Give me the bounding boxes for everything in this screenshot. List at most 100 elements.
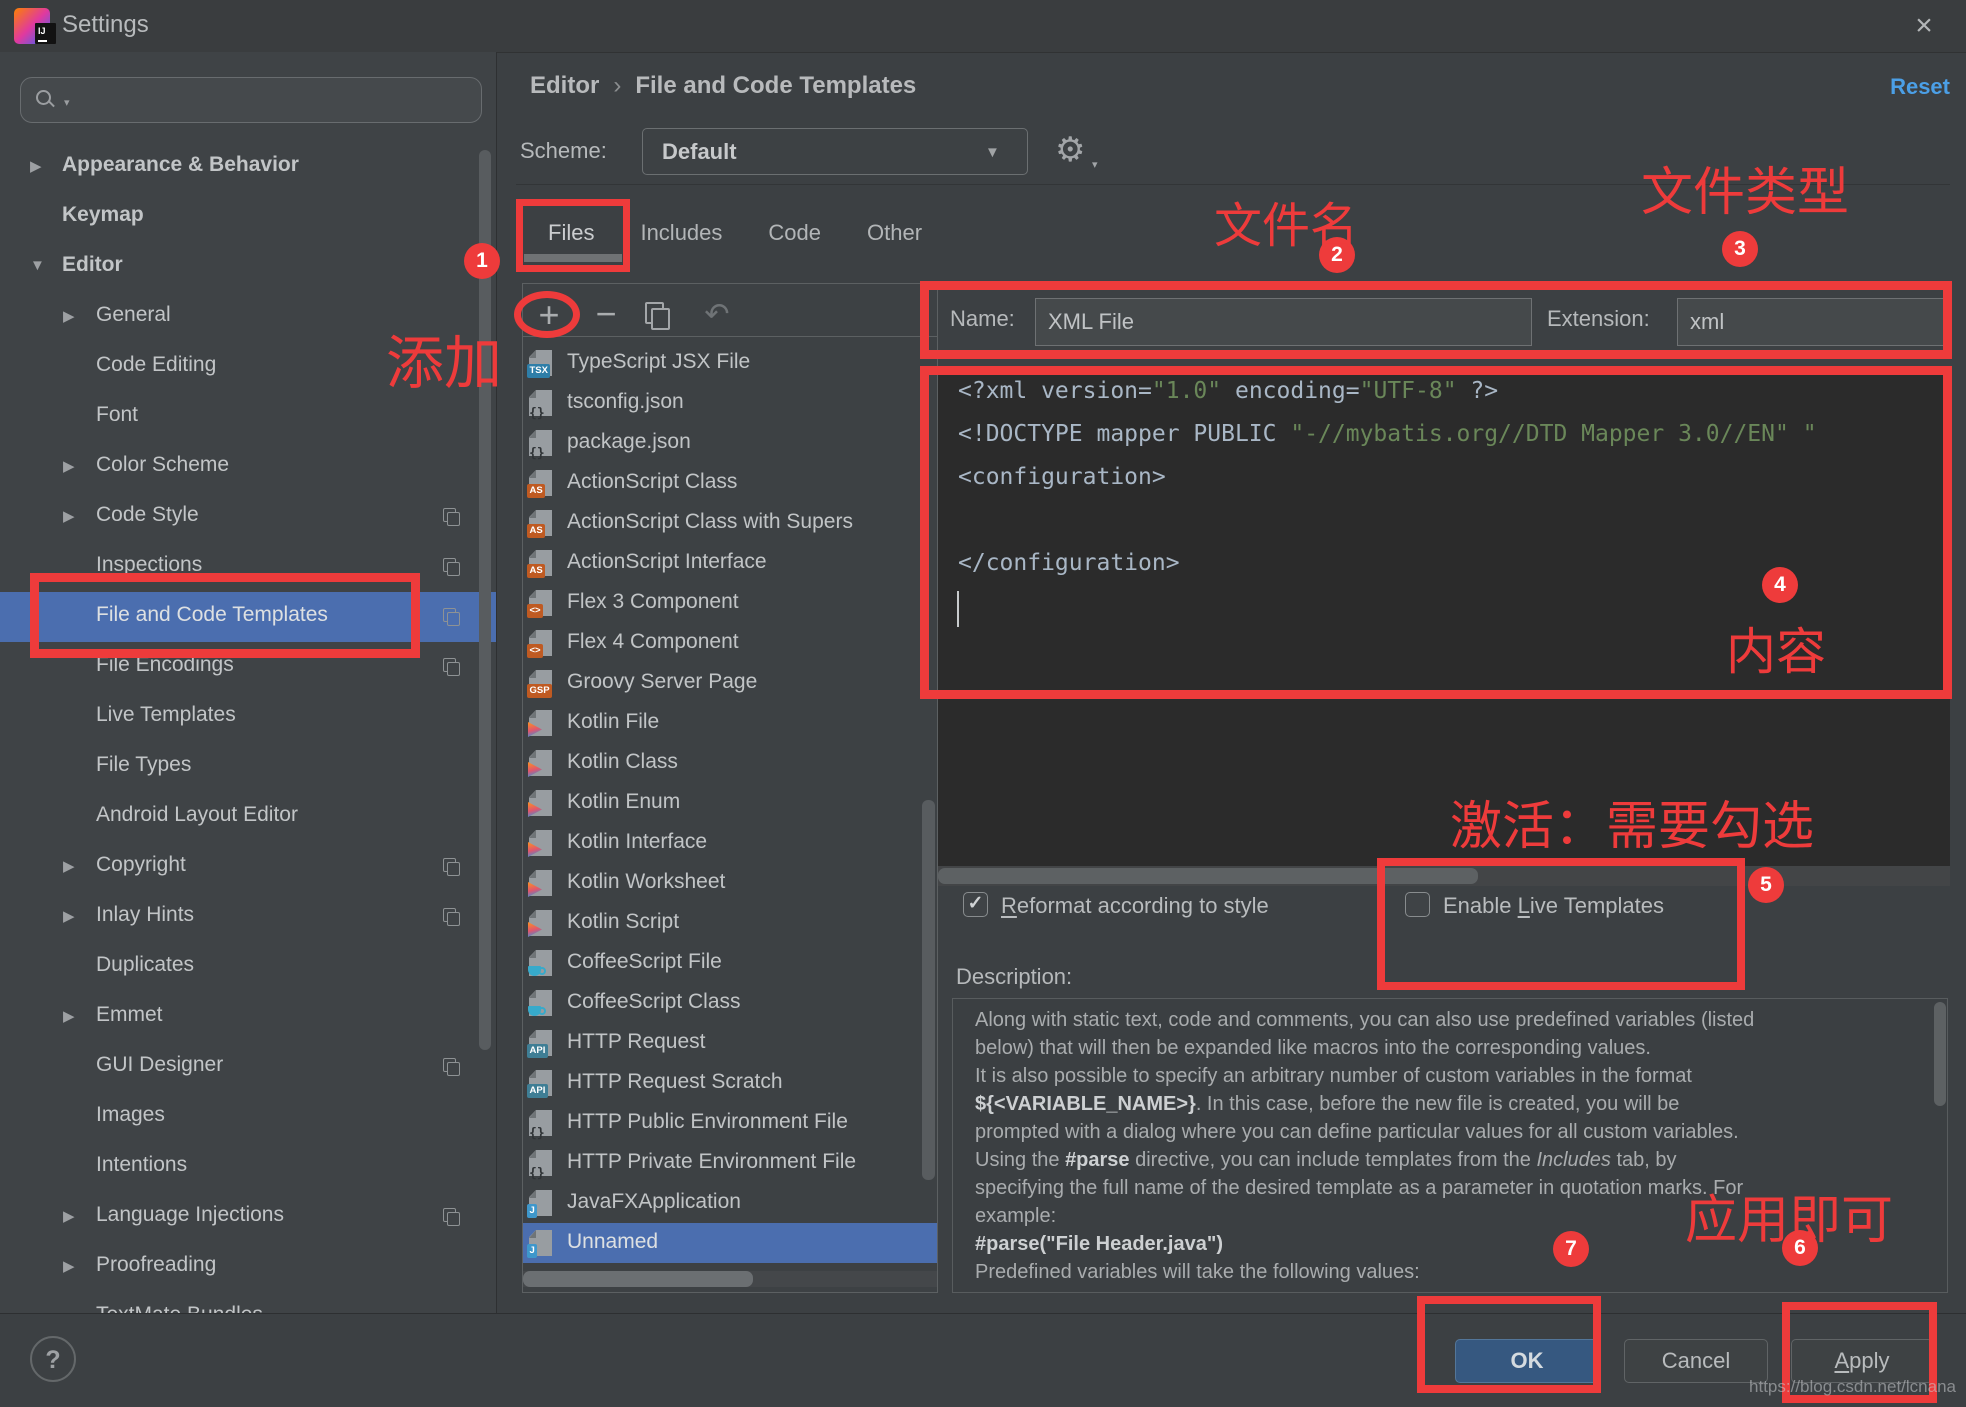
list-item-label: package.json [567,430,691,454]
list-item-http-private-environment-file[interactable]: {}HTTP Private Environment File [523,1143,937,1183]
scheme-selected-value: Default [662,139,737,165]
sidebar-item-inlay-hints[interactable]: ▶Inlay Hints [0,892,496,942]
expand-arrow-icon[interactable]: ▶ [63,507,75,525]
expand-arrow-icon[interactable]: ▶ [63,457,75,475]
sidebar-item-appearance-behavior[interactable]: ▶Appearance & Behavior [0,142,496,192]
list-item-kotlin-worksheet[interactable]: Kotlin Worksheet [523,863,937,903]
sidebar-item-editor[interactable]: ▼ Editor [0,242,496,292]
flex-file-icon: <> [528,589,554,617]
sidebar-item-label: Proofreading [96,1253,216,1277]
sidebar-item-android-layout-editor[interactable]: Android Layout Editor [0,792,496,842]
list-item-http-request[interactable]: APIHTTP Request [523,1023,937,1063]
search-options-caret-icon[interactable]: ▾ [64,96,70,109]
expand-arrow-icon[interactable]: ▶ [63,907,75,925]
sidebar-item-language-injections[interactable]: ▶Language Injections [0,1192,496,1242]
list-item-coffeescript-class[interactable]: CoffeeScript Class [523,983,937,1023]
sidebar-item-live-templates[interactable]: Live Templates [0,692,496,742]
annotation-box-ok [1417,1296,1601,1393]
expand-arrow-icon[interactable]: ▶ [63,1007,75,1025]
java-file-icon: J [528,1229,554,1257]
expand-arrow-icon[interactable]: ▶ [63,307,75,325]
list-item-label: Kotlin Worksheet [567,870,725,894]
list-item-typescript-jsx-file[interactable]: TSXTypeScript JSX File [523,343,937,383]
list-item-kotlin-class[interactable]: Kotlin Class [523,743,937,783]
chevron-down-icon: ▼ [985,144,1000,161]
sidebar-item-copyright[interactable]: ▶ Copyright [0,842,496,892]
expand-arrow-icon[interactable]: ▶ [63,1257,75,1275]
sidebar-item-intentions[interactable]: Intentions [0,1142,496,1192]
sidebar-item-color-scheme[interactable]: ▶ Color Scheme [0,442,496,492]
annotation-badge-5: 5 [1748,867,1784,903]
sidebar-item-label: TextMate Bundles [96,1303,263,1313]
template-list-vscrollbar[interactable] [922,800,935,1180]
sidebar-item-keymap[interactable]: Keymap [0,192,496,242]
list-item-kotlin-file[interactable]: Kotlin File [523,703,937,743]
sidebar-item-label: Copyright [96,853,186,877]
list-item-label: Kotlin Enum [567,790,680,814]
sidebar-item-label: Color Scheme [96,453,229,477]
copy-badge-icon [443,558,461,576]
help-button[interactable]: ? [30,1336,76,1382]
sidebar-item-images[interactable]: Images [0,1092,496,1142]
expand-arrow-icon[interactable]: ▶ [63,857,75,875]
gear-icon[interactable]: ⚙ [1055,130,1085,170]
description-vscrollbar[interactable] [1934,1002,1946,1106]
list-item-javafxapplication[interactable]: JJavaFXApplication [523,1183,937,1223]
description-line: specifying the full name of the desired … [975,1174,1754,1202]
json-file-icon: {} [528,1149,554,1177]
list-item-flex-4-component[interactable]: <>Flex 4 Component [523,623,937,663]
sidebar-item-gui-designer[interactable]: GUI Designer [0,1042,496,1092]
template-list: TSXTypeScript JSX File{}tsconfig.json{}p… [523,343,937,1265]
remove-template-button[interactable]: − [588,294,624,336]
coffee-file-icon [528,949,554,977]
copy-badge-icon [443,908,461,926]
list-item-label: HTTP Public Environment File [567,1110,848,1134]
sidebar-item-emmet[interactable]: ▶Emmet [0,992,496,1042]
list-item-kotlin-script[interactable]: Kotlin Script [523,903,937,943]
list-item-kotlin-interface[interactable]: Kotlin Interface [523,823,937,863]
list-item-coffeescript-file[interactable]: CoffeeScript File [523,943,937,983]
description-line: prompted with a dialog where you can def… [975,1118,1754,1146]
collapse-arrow-icon[interactable]: ▼ [30,257,45,274]
reset-link[interactable]: Reset [1845,74,1950,100]
annotation-badge-4: 4 [1762,567,1798,603]
sidebar-item-duplicates[interactable]: Duplicates [0,942,496,992]
list-item-actionscript-class[interactable]: ASActionScript Class [523,463,937,503]
list-item-package-json[interactable]: {}package.json [523,423,937,463]
gear-caret-icon: ▾ [1092,158,1098,171]
list-item-actionscript-interface[interactable]: ASActionScript Interface [523,543,937,583]
list-item-label: HTTP Request Scratch [567,1070,783,1094]
sidebar-item-code-style[interactable]: ▶Code Style [0,492,496,542]
list-item-actionscript-class-with-supers[interactable]: ASActionScript Class with Supers [523,503,937,543]
sidebar-item-textmate-bundles[interactable]: TextMate Bundles [0,1292,496,1313]
expand-arrow-icon[interactable]: ▶ [30,157,42,175]
breadcrumb: Editor›File and Code Templates [530,72,916,100]
reformat-checkbox[interactable]: ✓ [963,892,988,917]
list-item-label: Kotlin Interface [567,830,707,854]
breadcrumb-parent[interactable]: Editor [530,72,599,99]
close-icon[interactable]: × [1902,6,1946,46]
sidebar-item-file-types[interactable]: File Types [0,742,496,792]
undo-button[interactable]: ↶ [700,296,734,334]
sidebar-scrollbar[interactable] [479,150,491,1050]
tab-other[interactable]: Other [867,220,922,246]
template-list-hscrollbar[interactable] [523,1271,753,1287]
annotation-badge-1: 1 [464,243,500,279]
list-item-unnamed[interactable]: JUnnamed [523,1223,937,1263]
sidebar-item-proofreading[interactable]: ▶ Proofreading [0,1242,496,1292]
kotlin-file-icon [528,709,554,737]
expand-arrow-icon[interactable]: ▶ [63,1207,75,1225]
list-item-groovy-server-page[interactable]: GSPGroovy Server Page [523,663,937,703]
copy-template-button[interactable] [644,302,670,330]
list-item-http-request-scratch[interactable]: APIHTTP Request Scratch [523,1063,937,1103]
tab-includes[interactable]: Includes [640,220,722,246]
list-item-kotlin-enum[interactable]: Kotlin Enum [523,783,937,823]
search-input[interactable] [20,77,482,123]
annotation-badge-7: 7 [1553,1231,1589,1267]
sidebar-item-label: Editor [62,253,123,277]
sidebar-item-label: Android Layout Editor [96,803,298,827]
list-item-tsconfig-json[interactable]: {}tsconfig.json [523,383,937,423]
list-item-flex-3-component[interactable]: <>Flex 3 Component [523,583,937,623]
tab-code[interactable]: Code [768,220,821,246]
list-item-http-public-environment-file[interactable]: {}HTTP Public Environment File [523,1103,937,1143]
